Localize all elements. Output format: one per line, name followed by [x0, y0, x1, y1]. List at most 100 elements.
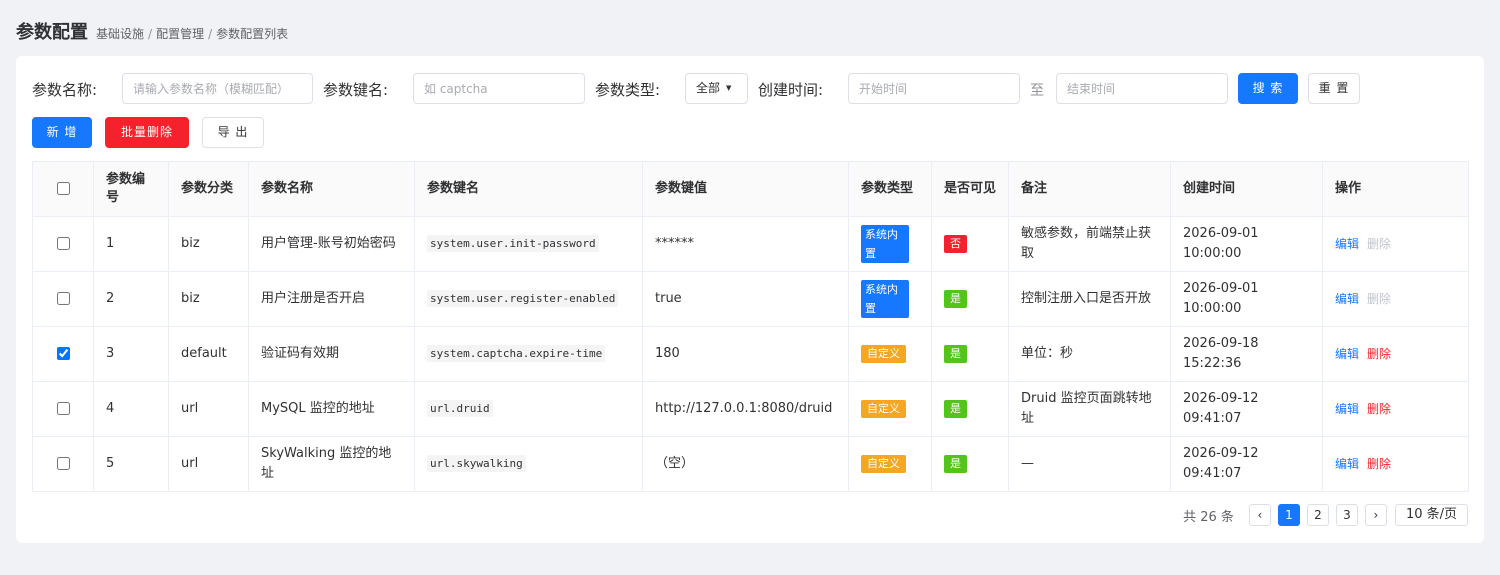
edit-link[interactable]: 编辑	[1335, 457, 1359, 471]
cell-type: 自定义	[848, 436, 932, 492]
cell-type: 自定义	[848, 381, 932, 437]
cell-visible: 是	[931, 326, 1009, 382]
column-header: 参数类型	[848, 161, 932, 217]
caret-down-icon: ▼	[726, 84, 732, 92]
breadcrumb-item[interactable]: 配置管理	[156, 27, 204, 41]
cell-created: 2026-09-01 10:00:00	[1170, 216, 1323, 272]
delete-link[interactable]: 删除	[1367, 457, 1391, 471]
edit-link[interactable]: 编辑	[1335, 347, 1359, 361]
search-button[interactable]: 搜 索	[1238, 73, 1298, 104]
cell-name: 验证码有效期	[248, 326, 415, 382]
cell-created: 2026-09-12 09:41:07	[1170, 436, 1323, 492]
param-key-code: url.druid	[427, 400, 493, 417]
column-header: 参数分类	[168, 161, 249, 217]
page-button[interactable]: 1	[1277, 504, 1300, 526]
type-badge: 自定义	[861, 455, 906, 473]
batch-delete-button[interactable]: 批量删除	[105, 117, 189, 148]
cell-category: url	[168, 381, 249, 437]
cell-name: MySQL 监控的地址	[248, 381, 415, 437]
cell-actions: 编辑 删除	[1322, 326, 1469, 382]
range-separator: 至	[1030, 83, 1044, 99]
table-row: 1 biz 用户管理-账号初始密码 system.user.init-passw…	[32, 216, 1469, 272]
cell-type: 自定义	[848, 326, 932, 382]
row-select-cell	[32, 271, 94, 327]
column-header: 备注	[1008, 161, 1171, 217]
cell-category: url	[168, 436, 249, 492]
config-table: 参数编号 参数分类 参数名称 参数键名 参数键值 参数类型 是否可见 备注 创建…	[32, 161, 1469, 492]
column-header: 参数编号	[93, 161, 169, 217]
edit-link[interactable]: 编辑	[1335, 292, 1359, 306]
cell-id: 3	[93, 326, 169, 382]
breadcrumb-separator: /	[148, 27, 153, 41]
end-time-input[interactable]	[1056, 73, 1228, 104]
column-header: 是否可见	[931, 161, 1009, 217]
add-button[interactable]: 新 增	[32, 117, 92, 148]
created-time-label: 创建时间:	[758, 81, 824, 99]
column-header: 参数键名	[414, 161, 643, 217]
column-header: 创建时间	[1170, 161, 1323, 217]
row-select-cell	[32, 326, 94, 382]
page-size-select[interactable]: 10 条/页	[1394, 504, 1468, 526]
delete-link[interactable]: 删除	[1367, 402, 1391, 416]
cell-category: biz	[168, 216, 249, 272]
delete-link[interactable]: 删除	[1367, 237, 1391, 251]
page-button[interactable]: 3	[1335, 504, 1358, 526]
breadcrumb-item[interactable]: 基础设施	[96, 27, 144, 41]
table-header-row: 参数编号 参数分类 参数名称 参数键名 参数键值 参数类型 是否可见 备注 创建…	[32, 161, 1469, 217]
param-type-value: 全部	[696, 81, 721, 95]
cell-value: http://127.0.0.1:8080/druid	[642, 381, 849, 437]
table-row: 2 biz 用户注册是否开启 system.user.register-enab…	[32, 271, 1469, 327]
cell-actions: 编辑 删除	[1322, 216, 1469, 272]
row-select-cell	[32, 216, 94, 272]
select-all-checkbox[interactable]	[56, 182, 70, 195]
column-header: 操作	[1322, 161, 1469, 217]
export-button[interactable]: 导 出	[202, 117, 264, 148]
cell-id: 2	[93, 271, 169, 327]
cell-value: ******	[642, 216, 849, 272]
prev-page-button[interactable]: ‹	[1248, 504, 1271, 526]
page-header: 参数配置 基础设施 / 配置管理 / 参数配置列表	[16, 18, 288, 43]
cell-visible: 是	[931, 381, 1009, 437]
param-type-select[interactable]: 全部 ▼	[685, 73, 748, 104]
filter-bar: 参数名称: 参数键名: 参数类型: 全部 ▼ 创建时间: 至 搜 索 重 置	[32, 73, 1472, 104]
cell-remark: 敏感参数，前端禁止获取	[1008, 216, 1171, 272]
row-checkbox[interactable]	[56, 347, 70, 360]
table-row: 5 url SkyWalking 监控的地址 url.skywalking （空…	[32, 436, 1469, 492]
param-key-input[interactable]	[413, 73, 585, 104]
param-key-code: system.captcha.expire-time	[427, 345, 606, 362]
param-name-input[interactable]	[122, 73, 313, 104]
next-page-button[interactable]: ›	[1364, 504, 1387, 526]
param-key-code: system.user.init-password	[427, 235, 599, 252]
cell-value: true	[642, 271, 849, 327]
total-count: 共 26 条	[1183, 509, 1234, 525]
column-header: 参数键值	[642, 161, 849, 217]
cell-name: 用户注册是否开启	[248, 271, 415, 327]
content-card: 参数名称: 参数键名: 参数类型: 全部 ▼ 创建时间: 至 搜 索 重 置 新 …	[16, 56, 1484, 543]
row-checkbox[interactable]	[56, 402, 70, 415]
delete-link[interactable]: 删除	[1367, 347, 1391, 361]
reset-button[interactable]: 重 置	[1308, 73, 1360, 104]
cell-value: （空）	[642, 436, 849, 492]
row-checkbox[interactable]	[56, 237, 70, 250]
row-checkbox[interactable]	[56, 457, 70, 470]
cell-key: url.druid	[414, 381, 643, 437]
row-checkbox[interactable]	[56, 292, 70, 305]
column-header: 参数名称	[248, 161, 415, 217]
table-row: 4 url MySQL 监控的地址 url.druid http://127.0…	[32, 381, 1469, 437]
edit-link[interactable]: 编辑	[1335, 402, 1359, 416]
cell-name: SkyWalking 监控的地址	[248, 436, 415, 492]
breadcrumb-separator: /	[208, 27, 213, 41]
delete-link[interactable]: 删除	[1367, 292, 1391, 306]
page-button[interactable]: 2	[1306, 504, 1329, 526]
start-time-input[interactable]	[848, 73, 1020, 104]
cell-id: 4	[93, 381, 169, 437]
edit-link[interactable]: 编辑	[1335, 237, 1359, 251]
type-badge: 系统内置	[861, 224, 909, 263]
param-type-label: 参数类型:	[595, 81, 661, 99]
cell-remark: 单位：秒	[1008, 326, 1171, 382]
cell-key: url.skywalking	[414, 436, 643, 492]
cell-remark: —	[1008, 436, 1171, 492]
visible-badge: 是	[944, 345, 967, 363]
cell-key: system.captcha.expire-time	[414, 326, 643, 382]
visible-badge: 否	[944, 235, 967, 253]
